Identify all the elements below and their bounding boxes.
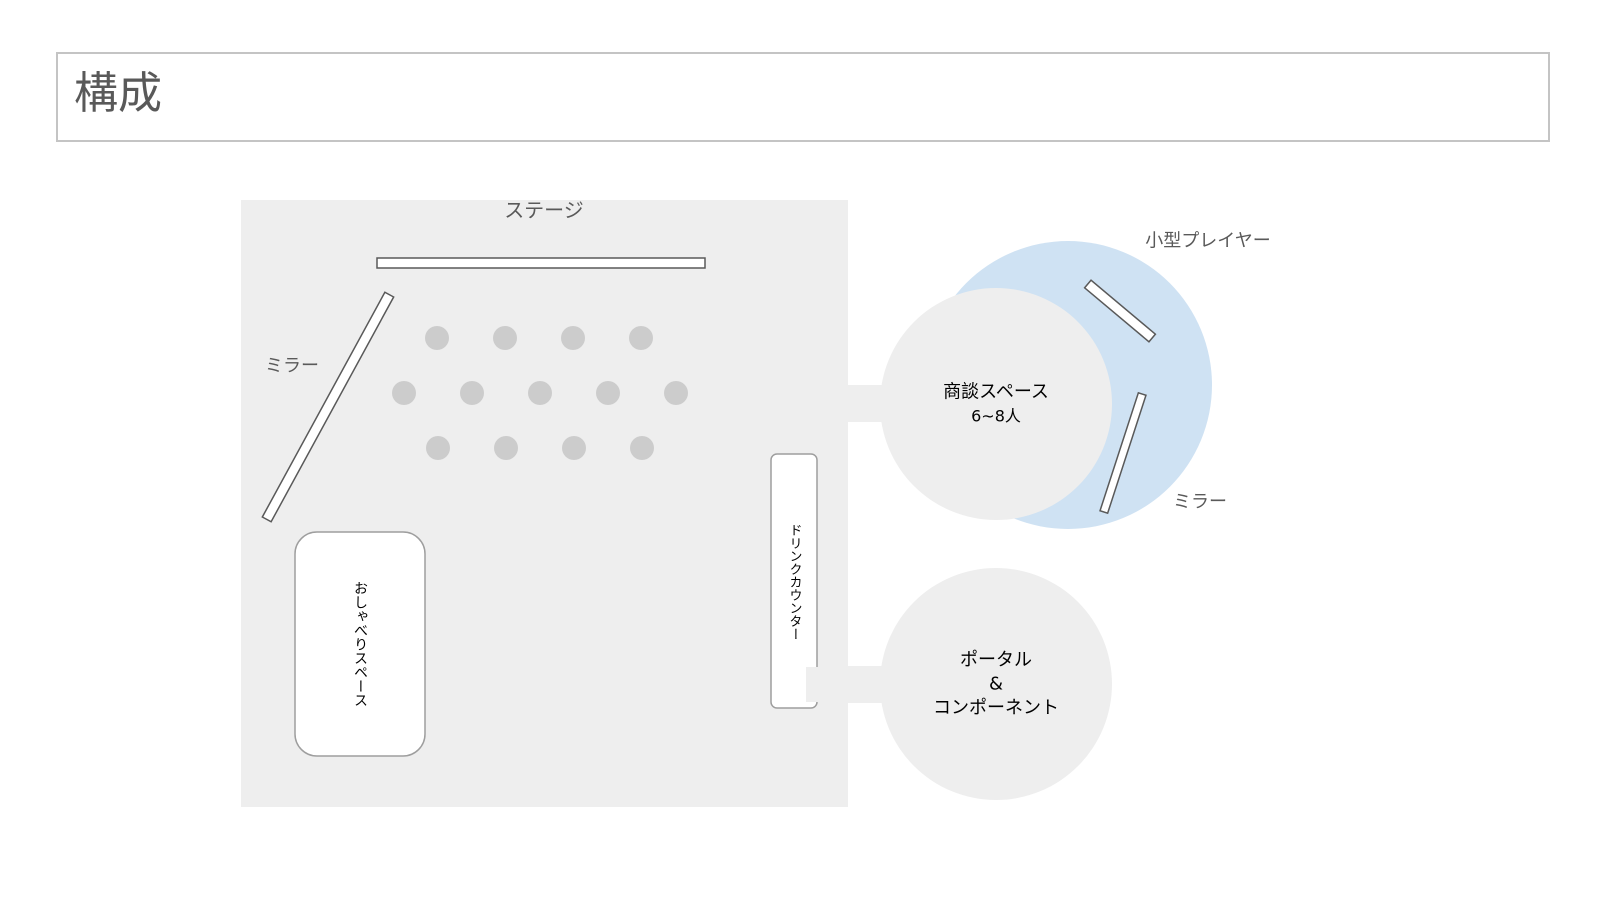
seat <box>392 381 416 405</box>
small-player-label: 小型プレイヤー <box>1145 231 1270 252</box>
seat <box>493 326 517 350</box>
floor-plan-diagram: おしゃべりスペース ドリンクカウンター ステージ ミラー 小型プレイヤー ミラー… <box>241 198 1271 807</box>
seat <box>426 436 450 460</box>
portal-ampersand: & <box>989 674 1003 695</box>
seat <box>425 326 449 350</box>
mirror-label-right: ミラー <box>1173 492 1227 513</box>
seat <box>596 381 620 405</box>
drink-counter-notch <box>806 667 846 702</box>
seat <box>528 381 552 405</box>
meeting-space-label: 商談スペース <box>943 382 1049 403</box>
seat <box>494 436 518 460</box>
stage-bar <box>376 257 706 269</box>
drink-counter-label: ドリンクカウンター <box>787 524 802 641</box>
slide: 構成 おしゃべりスペース ドリンクカウンター ステージ ミラー 小型プレイヤー … <box>0 0 1600 900</box>
portal-label: ポータル <box>960 650 1032 671</box>
stage-label: ステージ <box>504 198 584 222</box>
component-label: コンポーネント <box>933 698 1059 719</box>
chat-space-label: おしゃべりスペース <box>352 581 368 707</box>
seat <box>629 326 653 350</box>
mirror-label-left: ミラー <box>265 356 319 377</box>
seat <box>561 326 585 350</box>
seat <box>460 381 484 405</box>
seat <box>562 436 586 460</box>
meeting-space <box>880 288 1112 520</box>
meeting-space-capacity: 6~8人 <box>971 407 1021 426</box>
seat <box>630 436 654 460</box>
seat <box>664 381 688 405</box>
